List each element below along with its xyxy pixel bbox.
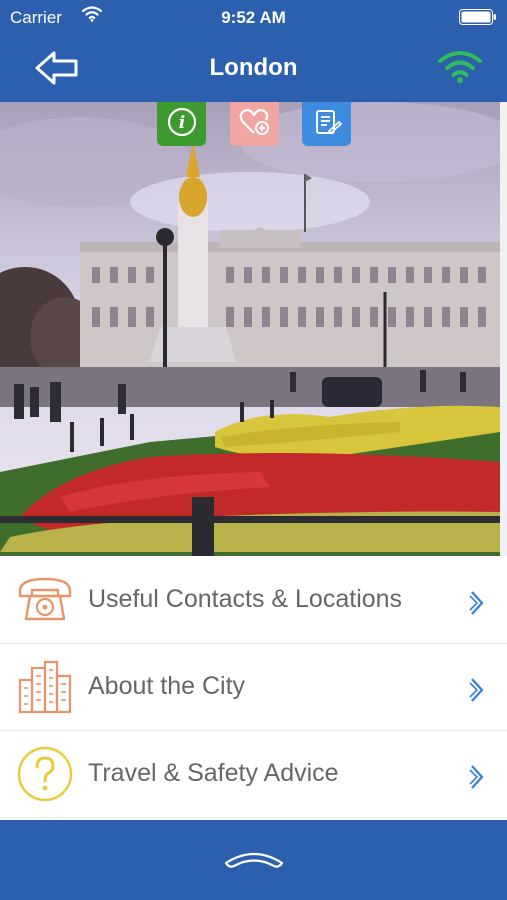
telephone-icon	[16, 571, 74, 629]
info-icon: i	[167, 107, 197, 142]
notes-icon	[312, 107, 342, 142]
info-button[interactable]: i	[157, 102, 206, 146]
status-time: 9:52 AM	[221, 8, 286, 27]
bottom-bar	[0, 820, 507, 900]
chevron-right-icon	[469, 677, 485, 708]
status-bar: Carrier 9:52 AM	[0, 0, 507, 34]
notes-button[interactable]	[302, 102, 351, 146]
nav-bar: London	[0, 34, 507, 102]
drawer-handle-icon[interactable]	[222, 847, 286, 876]
chevron-right-icon	[469, 590, 485, 621]
city-menu-list: Useful Contacts & Locations About the Ci…	[0, 557, 507, 818]
chevron-right-icon	[469, 764, 485, 795]
page-title: London	[209, 54, 298, 81]
heart-plus-icon	[239, 107, 271, 142]
battery-icon	[459, 9, 497, 30]
menu-item-label: Travel & Safety Advice	[88, 759, 339, 787]
city-hero-image	[0, 102, 500, 556]
question-circle-icon	[16, 745, 74, 803]
add-favourite-button[interactable]	[230, 102, 279, 146]
wifi-signal-icon[interactable]	[437, 48, 483, 89]
menu-item-label: Useful Contacts & Locations	[88, 585, 403, 613]
menu-item-label: About the City	[88, 672, 246, 700]
menu-item-travel-safety[interactable]: Travel & Safety Advice	[0, 731, 507, 818]
menu-item-about-city[interactable]: About the City	[0, 644, 507, 731]
menu-item-useful-contacts[interactable]: Useful Contacts & Locations	[0, 557, 507, 644]
city-buildings-icon	[16, 658, 74, 716]
hero-right-edge	[500, 102, 507, 556]
svg-text:i: i	[178, 113, 184, 133]
